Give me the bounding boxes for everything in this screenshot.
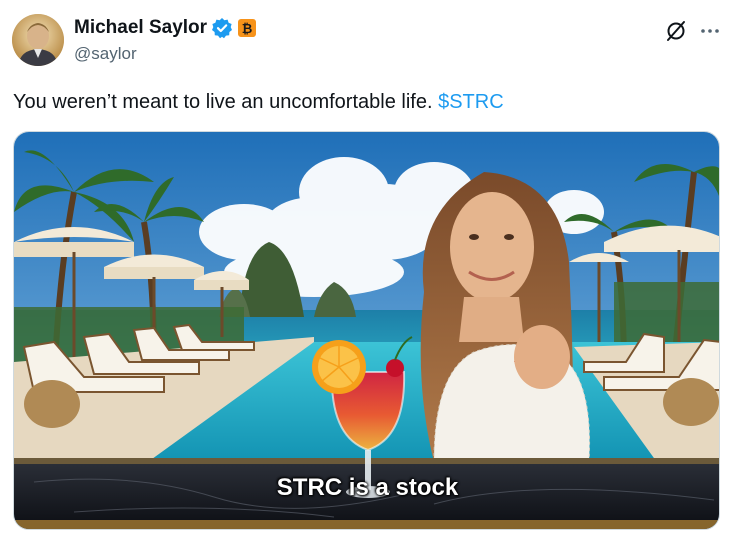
author-name-row: Michael Saylor ₿ (74, 17, 257, 39)
grok-icon[interactable] (664, 19, 688, 43)
tweet-body: You weren’t meant to live an uncomfortab… (13, 91, 433, 113)
verified-checkmark-icon[interactable] (211, 17, 233, 39)
video-caption: STRC is a stock (276, 474, 459, 501)
resort-pool-scene (14, 132, 719, 529)
display-name[interactable]: Michael Saylor (74, 17, 207, 39)
bitcoin-badge-icon[interactable]: ₿ (237, 18, 257, 38)
more-options-icon[interactable] (698, 19, 722, 43)
tweet-text: You weren’t meant to live an uncomfortab… (13, 90, 504, 114)
tweet-header: Michael Saylor ₿ @saylor (0, 0, 738, 80)
media-video[interactable]: STRC is a stock (13, 131, 720, 530)
cashtag-link[interactable]: $STRC (438, 91, 504, 113)
svg-text:₿: ₿ (242, 22, 253, 37)
author-handle[interactable]: @saylor (74, 44, 137, 64)
avatar-image (12, 14, 64, 66)
avatar[interactable] (12, 14, 64, 66)
